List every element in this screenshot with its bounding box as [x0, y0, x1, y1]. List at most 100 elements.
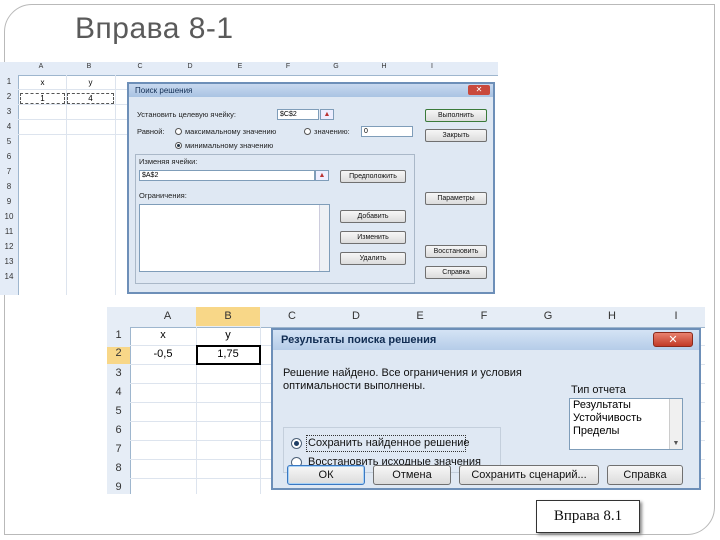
restore-button[interactable]: Восстановить	[425, 245, 487, 258]
report-item-sensitivity[interactable]: Устойчивость	[570, 412, 682, 425]
collapse-dialog-icon[interactable]: ▲	[315, 170, 329, 181]
solver-dialog: Поиск решения ✕ Установить целевую ячейк…	[127, 82, 495, 294]
row-header-2[interactable]: 2	[0, 92, 18, 101]
radio-value[interactable]	[304, 128, 311, 135]
cell-a2[interactable]: 1	[20, 93, 65, 104]
row-header-11[interactable]: 11	[0, 227, 18, 236]
row-header-8[interactable]: 8	[0, 182, 18, 191]
equal-to-label: Равной:	[137, 127, 165, 136]
report-list-scrollbar[interactable]: ▼	[669, 399, 682, 449]
save-scenario-button[interactable]: Сохранить сценарий...	[459, 465, 599, 485]
col-header-g[interactable]: G	[326, 63, 346, 70]
grid-line	[18, 104, 128, 105]
add-button[interactable]: Добавить	[340, 210, 406, 223]
collapse-dialog-icon[interactable]: ▲	[320, 109, 334, 120]
row-header-9[interactable]: 9	[107, 481, 130, 493]
column-headers: A B C D E F G H I	[0, 62, 498, 76]
cell-a1[interactable]: x	[131, 329, 195, 341]
col-header-b[interactable]: B	[78, 63, 100, 70]
row-headers: 1 2 3 4 5 6 7 8 9	[107, 327, 131, 494]
row-header-3[interactable]: 3	[0, 107, 18, 116]
row-header-8[interactable]: 8	[107, 462, 130, 474]
value-input[interactable]: 0	[361, 126, 413, 137]
col-header-e[interactable]: E	[388, 310, 452, 322]
row-header-7[interactable]: 7	[107, 443, 130, 455]
close-icon[interactable]: ✕	[468, 85, 490, 95]
execute-button[interactable]: Выполнить	[425, 109, 487, 122]
changing-cells-label: Изменяя ячейки:	[139, 157, 198, 166]
changing-cells-input[interactable]: $A$2	[139, 170, 315, 181]
row-header-1[interactable]: 1	[107, 329, 130, 341]
report-type-list[interactable]: Результаты Устойчивость Пределы ▼	[569, 398, 683, 450]
col-header-h[interactable]: H	[374, 63, 394, 70]
slide-title: Вправа 8-1	[75, 12, 234, 45]
row-header-6[interactable]: 6	[107, 424, 130, 436]
constraints-list[interactable]	[139, 204, 330, 272]
row-header-9[interactable]: 9	[0, 197, 18, 206]
col-header-i[interactable]: I	[644, 310, 705, 322]
report-item-results[interactable]: Результаты	[570, 399, 682, 412]
results-dialog-title: Результаты поиска решения	[281, 334, 437, 346]
change-button[interactable]: Изменить	[340, 231, 406, 244]
scroll-down-icon[interactable]: ▼	[670, 440, 682, 447]
col-header-a[interactable]: A	[130, 310, 205, 322]
radio-min-label: минимальному значению	[185, 141, 274, 150]
row-header-1[interactable]: 1	[0, 77, 18, 86]
col-header-e[interactable]: E	[230, 63, 250, 70]
col-header-f[interactable]: F	[278, 63, 298, 70]
constraints-scrollbar[interactable]	[319, 205, 329, 271]
row-header-10[interactable]: 10	[0, 212, 18, 221]
col-header-i[interactable]: I	[422, 63, 442, 70]
grid-line	[18, 89, 128, 90]
guess-button[interactable]: Предположить	[340, 170, 406, 183]
col-header-d[interactable]: D	[180, 63, 200, 70]
parameters-button[interactable]: Параметры	[425, 192, 487, 205]
col-header-g[interactable]: G	[516, 310, 580, 322]
delete-button[interactable]: Удалить	[340, 252, 406, 265]
keep-solution-label[interactable]: Сохранить найденное решение	[308, 437, 470, 449]
row-header-5[interactable]: 5	[107, 405, 130, 417]
row-headers: 1 2 3 4 5 6 7 8 9 10 11 12 13 14	[0, 75, 19, 295]
help-button[interactable]: Справка	[607, 465, 683, 485]
row-header-4[interactable]: 4	[107, 386, 130, 398]
row-header-14[interactable]: 14	[0, 272, 18, 281]
row-header-13[interactable]: 13	[0, 257, 18, 266]
row-header-4[interactable]: 4	[0, 122, 18, 131]
col-header-a[interactable]: A	[30, 63, 52, 70]
grid-line	[66, 75, 67, 295]
radio-value-label: значению:	[314, 127, 350, 136]
grid-line	[115, 75, 116, 295]
radio-min[interactable]	[175, 142, 182, 149]
row-header-3[interactable]: 3	[107, 367, 130, 379]
ok-button[interactable]: ОК	[287, 465, 365, 485]
help-button[interactable]: Справка	[425, 266, 487, 279]
row-header-6[interactable]: 6	[0, 152, 18, 161]
excel-screenshot-bottom: A B C D E F G H I 1 2 3 4 5 6 7 8 9 x y …	[107, 307, 705, 494]
slide-caption: Вправа 8.1	[536, 500, 640, 533]
col-header-c[interactable]: C	[130, 63, 150, 70]
col-header-h[interactable]: H	[580, 310, 644, 322]
close-icon[interactable]: ✕	[653, 332, 693, 347]
col-header-f[interactable]: F	[452, 310, 516, 322]
row-header-5[interactable]: 5	[0, 137, 18, 146]
cell-a1[interactable]: x	[20, 78, 65, 87]
target-cell-input[interactable]: $C$2	[277, 109, 319, 120]
radio-keep-solution[interactable]	[291, 438, 302, 449]
cell-b1[interactable]: y	[197, 329, 259, 341]
close-button[interactable]: Закрыть	[425, 129, 487, 142]
constraints-label: Ограничения:	[139, 191, 187, 200]
report-item-limits[interactable]: Пределы	[570, 425, 682, 438]
cell-b2[interactable]: 4	[67, 93, 114, 104]
cancel-button[interactable]: Отмена	[373, 465, 451, 485]
col-header-c[interactable]: C	[260, 310, 324, 322]
col-header-d[interactable]: D	[324, 310, 388, 322]
cell-a2[interactable]: -0,5	[131, 348, 195, 360]
radio-max[interactable]	[175, 128, 182, 135]
row-header-12[interactable]: 12	[0, 242, 18, 251]
cell-b1[interactable]: y	[67, 78, 114, 87]
results-message: Решение найдено. Все ограничения и услов…	[283, 367, 522, 392]
col-header-b[interactable]: B	[196, 307, 260, 326]
row-header-7[interactable]: 7	[0, 167, 18, 176]
grid-line	[18, 119, 128, 120]
row-header-2[interactable]: 2	[107, 347, 130, 364]
